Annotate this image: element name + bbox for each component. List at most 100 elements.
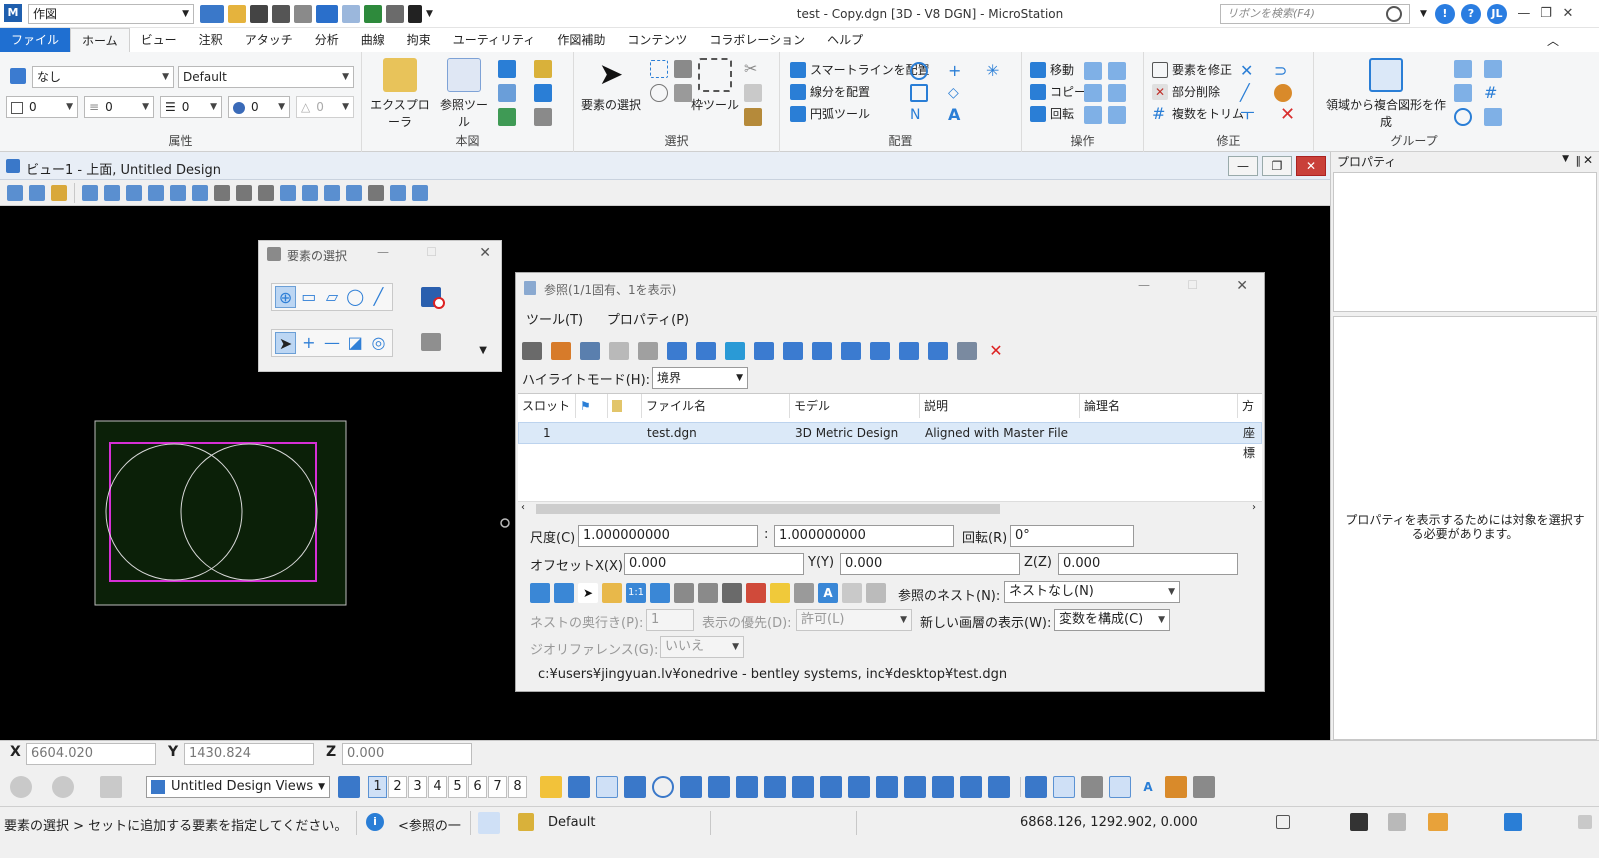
column-header-file-name[interactable]: ファイル名 (642, 394, 790, 418)
place-smartline-button[interactable]: スマートラインを配置 (790, 60, 930, 80)
save-status-icon[interactable] (1350, 813, 1368, 831)
maximize-icon[interactable]: ☐ (426, 245, 437, 259)
rotate-view-icon[interactable] (192, 184, 208, 201)
display-toggle-icon[interactable] (530, 583, 550, 603)
invert-mode-icon[interactable]: ◪ (345, 332, 366, 354)
scrollbar-thumb[interactable] (536, 504, 1000, 514)
tangent-snap-icon[interactable] (764, 776, 786, 798)
compress-icon[interactable] (294, 5, 312, 23)
smartline-status-icon[interactable] (478, 812, 500, 834)
origin-snap-icon[interactable] (680, 776, 702, 798)
pan-view-icon[interactable] (214, 184, 230, 201)
spin-icon[interactable] (1108, 106, 1126, 124)
workflow-selector[interactable]: 作図 ▼ (28, 4, 194, 24)
individual-method-icon[interactable]: ⊕ (275, 286, 297, 308)
tangent-point-snap-icon[interactable] (792, 776, 814, 798)
extend-icon[interactable]: ✕ (1240, 62, 1258, 80)
point-icon[interactable]: + (948, 62, 966, 80)
message-center-icon[interactable] (1504, 813, 1522, 831)
clear-mode-icon[interactable]: ◎ (368, 332, 389, 354)
lock-icon[interactable] (866, 583, 886, 603)
column-header-flag[interactable]: ⚑ (576, 394, 608, 418)
customize-qat-icon[interactable]: ▼ (426, 9, 433, 19)
element-template-combo[interactable]: Default ▼ (178, 66, 354, 88)
back-icon[interactable] (10, 776, 32, 798)
new-mode-icon[interactable]: ➤ (275, 332, 297, 354)
tab-curves[interactable]: 曲線 (350, 28, 396, 52)
tab-home[interactable]: ホーム (70, 28, 130, 52)
block-icon[interactable] (910, 84, 928, 102)
locate-toggle-icon[interactable]: ➤ (578, 583, 598, 603)
zoom-in-icon[interactable] (104, 184, 120, 201)
chamfer-icon[interactable]: ╱ (1240, 84, 1258, 102)
minimize-icon[interactable]: — (1513, 4, 1535, 24)
column-header-presentation[interactable] (608, 394, 642, 418)
tab-drawing-aids[interactable]: 作図補助 (546, 28, 616, 52)
column-header-logical-name[interactable]: 論理名 (1080, 394, 1238, 418)
column-header-orientation[interactable]: 方向 (1238, 394, 1262, 437)
bisector-snap-icon[interactable] (708, 776, 730, 798)
search-dropdown-icon[interactable]: ▼ (1420, 9, 1427, 19)
scale-master-input[interactable]: 1.000000000 (578, 525, 758, 547)
expand-dialog-icon[interactable]: ▼ (479, 345, 487, 356)
array-icon[interactable] (1108, 62, 1126, 80)
clip-mask-icon[interactable] (870, 342, 890, 360)
copy-button[interactable]: コピー (1030, 82, 1086, 102)
attach-reference-icon[interactable] (498, 60, 516, 78)
reload-icon[interactable] (609, 342, 629, 360)
level-display-icon[interactable] (10, 68, 26, 84)
display-set-icon[interactable] (390, 184, 406, 201)
group-icon[interactable] (1454, 60, 1472, 78)
georeference-icon[interactable] (698, 583, 718, 603)
select-all-icon[interactable] (421, 333, 441, 351)
align-icon[interactable] (1108, 84, 1126, 102)
plot-icon[interactable] (746, 583, 766, 603)
scale-icon[interactable] (1084, 62, 1102, 80)
accudraw-icon[interactable] (1165, 776, 1187, 798)
table-row[interactable]: 1 test.dgn 3D Metric Design Aligned with… (518, 422, 1262, 460)
new-level-display-select[interactable]: 変数を構成(C) ▼ (1054, 609, 1170, 631)
keypoint-snap-icon[interactable] (568, 776, 590, 798)
grid-icon[interactable] (1025, 776, 1047, 798)
stretch-icon[interactable] (1084, 106, 1102, 124)
view-minimize-button[interactable]: — (1228, 156, 1258, 176)
reference-toggle-icon[interactable] (1193, 776, 1215, 798)
cut-icon[interactable]: ✂ (744, 60, 762, 78)
table-horizontal-scrollbar[interactable]: ‹ › (518, 501, 1262, 515)
nearest-snap-icon[interactable] (596, 776, 618, 798)
through-point-snap-icon[interactable] (904, 776, 926, 798)
save-all-icon[interactable] (272, 5, 290, 23)
highlight-mode-select[interactable]: 境界 ▼ (652, 367, 748, 389)
add-mode-icon[interactable]: + (298, 332, 319, 354)
move-button[interactable]: 移動 (1030, 60, 1074, 80)
block-method-icon[interactable]: ▭ (298, 286, 319, 308)
merge-icon[interactable] (957, 342, 977, 360)
mirror-v-icon[interactable] (812, 342, 832, 360)
scale-line-styles-icon[interactable] (650, 583, 670, 603)
display-priority-select[interactable]: 許可(L) ▼ (796, 609, 912, 631)
tab-collaborate[interactable]: コラボレーション (698, 28, 816, 52)
user-avatar[interactable]: JL (1486, 4, 1507, 24)
menu-properties[interactable]: プロパティ(P) (607, 313, 689, 328)
offset-x-input[interactable]: 0.000 (624, 553, 804, 575)
x-coordinate-input[interactable]: 6604.020 (26, 743, 156, 765)
element-selection-button[interactable]: ➤ 要素の選択 (578, 58, 644, 113)
text-style-icon[interactable]: A (1137, 776, 1159, 798)
fit-view-icon[interactable] (170, 184, 186, 201)
v8-format-icon[interactable] (200, 5, 224, 23)
view-3-button[interactable]: 3 (408, 776, 427, 798)
rotate-reference-icon[interactable] (754, 342, 774, 360)
select-arrow-icon[interactable] (408, 5, 422, 23)
select-all-icon[interactable] (650, 60, 668, 78)
ribbon-search-input[interactable]: リボンを検索(F4) (1220, 4, 1410, 24)
collapse-ribbon-icon[interactable]: ︿ (1547, 32, 1559, 49)
parallel-snap-icon[interactable] (876, 776, 898, 798)
ignore-attachment-icon[interactable] (674, 583, 694, 603)
tab-content[interactable]: コンテンツ (616, 28, 698, 52)
maximize-icon[interactable]: ☐ (1187, 278, 1198, 292)
line-method-icon[interactable]: ╱ (368, 286, 389, 308)
clip-volume-icon[interactable] (346, 184, 362, 201)
text-icon[interactable]: A (948, 106, 966, 124)
linestyle-combo[interactable]: ≡ 0 ▼ (84, 96, 154, 118)
pin-icon[interactable] (364, 5, 382, 23)
